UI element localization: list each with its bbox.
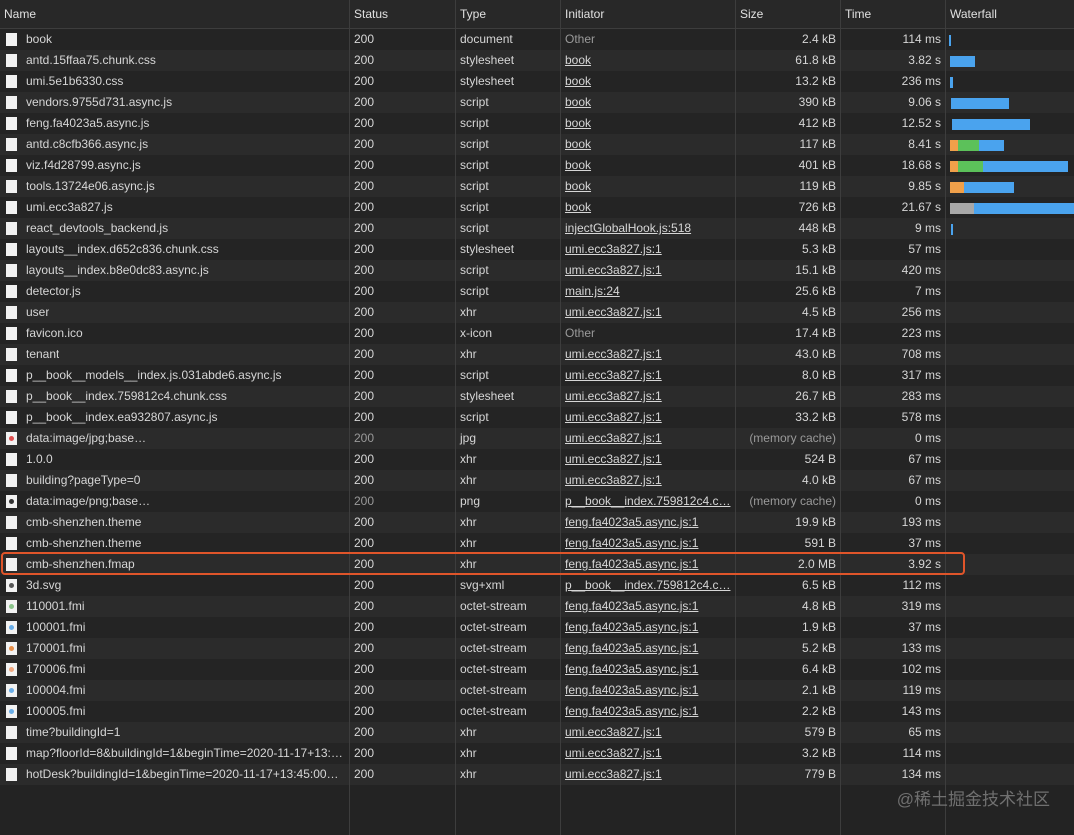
waterfall-cell — [946, 29, 1074, 50]
waterfall-cell — [946, 722, 1074, 743]
waterfall-cell — [946, 533, 1074, 554]
waterfall-bar-orange — [949, 182, 964, 193]
waterfall-cell — [946, 680, 1074, 701]
waterfall-cell — [946, 491, 1074, 512]
waterfall-bar-blue — [952, 119, 1031, 130]
waterfall-bar-blue — [983, 161, 1068, 172]
waterfall-bar-blue — [974, 203, 1074, 214]
column-header-status[interactable]: Status — [350, 0, 456, 28]
column-divider — [0, 29, 946, 835]
waterfall-cell — [946, 155, 1074, 176]
column-header-size[interactable]: Size — [736, 0, 841, 28]
waterfall-cell — [946, 701, 1074, 722]
waterfall-bar-gray — [949, 203, 975, 214]
waterfall-bar-blue — [963, 182, 1014, 193]
waterfall-bar-orange — [949, 161, 958, 172]
waterfall-cell — [946, 554, 1074, 575]
waterfall-cell — [946, 659, 1074, 680]
waterfall-cell — [946, 344, 1074, 365]
waterfall-bar-blue — [949, 77, 954, 88]
waterfall-cell — [946, 218, 1074, 239]
waterfall-bar-blue — [949, 56, 976, 67]
waterfall-bar-green — [957, 140, 980, 151]
waterfall-cell — [946, 512, 1074, 533]
waterfall-cell — [946, 617, 1074, 638]
highlight-box — [1, 552, 965, 575]
waterfall-cell — [946, 365, 1074, 386]
waterfall-bar-orange — [949, 140, 958, 151]
waterfall-bar-blue — [948, 35, 952, 46]
waterfall-cell — [946, 596, 1074, 617]
waterfall-cell — [946, 260, 1074, 281]
waterfall-cell — [946, 239, 1074, 260]
waterfall-cell — [946, 743, 1074, 764]
waterfall-cell — [946, 281, 1074, 302]
column-header-name[interactable]: Name — [0, 0, 350, 28]
column-header-type[interactable]: Type — [456, 0, 561, 28]
waterfall-cell — [946, 50, 1074, 71]
waterfall-cell — [946, 197, 1074, 218]
column-header-time[interactable]: Time — [841, 0, 946, 28]
waterfall-cell — [946, 449, 1074, 470]
waterfall-cell — [946, 470, 1074, 491]
waterfall-cell — [946, 71, 1074, 92]
waterfall-bar-blue — [951, 98, 1009, 109]
column-header-waterfall[interactable]: Waterfall — [946, 0, 1074, 28]
waterfall-cell — [946, 323, 1074, 344]
waterfall-cell — [946, 176, 1074, 197]
waterfall-bar-blue — [979, 140, 1004, 151]
waterfall-cell — [946, 575, 1074, 596]
waterfall-bar-green — [957, 161, 984, 172]
waterfall-cell — [946, 428, 1074, 449]
waterfall-cell — [946, 386, 1074, 407]
waterfall-cell — [946, 92, 1074, 113]
waterfall-cell — [946, 134, 1074, 155]
waterfall-cell — [946, 407, 1074, 428]
waterfall-bar-blue — [951, 224, 954, 235]
waterfall-cell — [946, 764, 1074, 785]
watermark: @稀土掘金技术社区 — [896, 790, 1050, 809]
waterfall-cell — [946, 638, 1074, 659]
waterfall-cell — [946, 302, 1074, 323]
column-header-initiator[interactable]: Initiator — [561, 0, 736, 28]
table-header: Name Status Type Initiator Size Time Wat… — [0, 0, 1074, 29]
waterfall-cell — [946, 113, 1074, 134]
